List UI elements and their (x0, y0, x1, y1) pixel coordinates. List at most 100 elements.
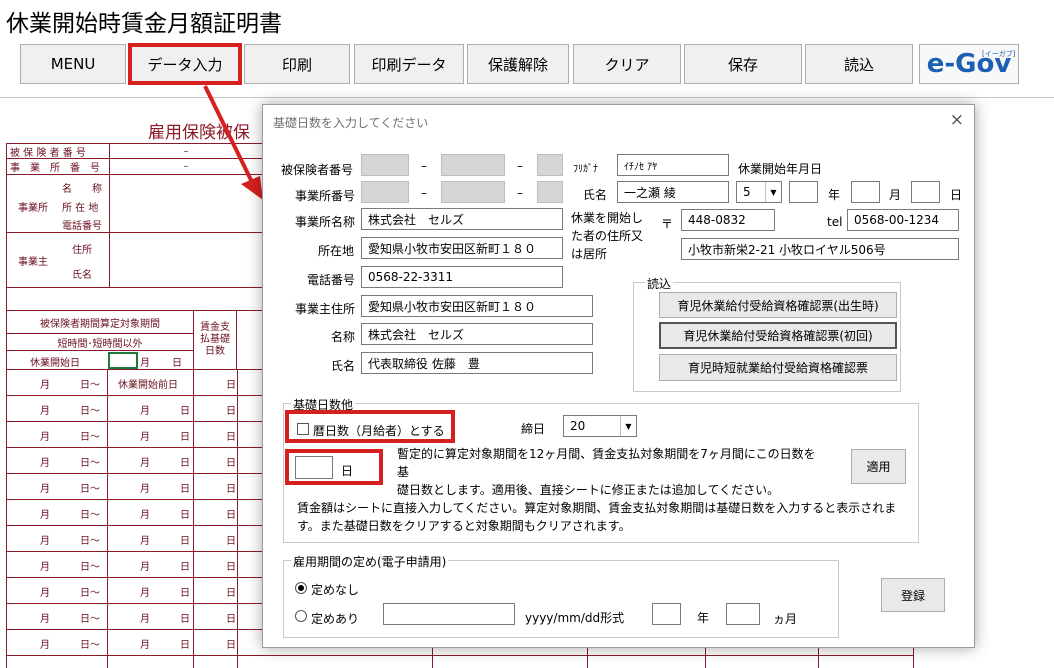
row-days: 日 (226, 484, 236, 495)
clear-button[interactable]: クリア (573, 44, 681, 84)
insured-no-part3[interactable] (537, 154, 563, 176)
name-label: 氏名 (583, 188, 608, 202)
row-days: 日 (226, 432, 236, 443)
residence-label-3: は居所 (571, 247, 608, 261)
name-field[interactable]: 一之瀬 綾 (617, 181, 729, 203)
wage-note-line2: す。また基礎日数をクリアすると対象期間もクリアされます。 (297, 519, 631, 533)
menu-button[interactable]: MENU (20, 44, 126, 84)
no-term-radio[interactable] (295, 582, 307, 594)
furigana-label: ﾌﾘｶﾞﾅ (573, 164, 598, 175)
office-dash-2: – (517, 186, 523, 200)
leave-year-field[interactable] (789, 181, 818, 203)
load-birth-button[interactable]: 育児休業給付受給資格確認票(出生時) (659, 292, 897, 318)
register-button[interactable]: 登録 (881, 578, 945, 612)
owner-address-label: 住所 (72, 245, 92, 256)
row-to: 月 日 (140, 536, 190, 547)
row-to: 月 日 (140, 510, 190, 521)
row-to: 月 日 (140, 432, 190, 443)
row-to: 月 日 (140, 614, 190, 625)
period-header: 被保険者期間算定対象期間 (6, 310, 194, 334)
egov-logo-button[interactable]: e-Gov [イーガブ] (919, 44, 1019, 84)
residence-label-1: 休業を開始し (571, 211, 644, 225)
calendar-checkbox-label: 暦日数（月給者）とする (313, 424, 445, 438)
leave-day-field[interactable] (911, 181, 940, 203)
tel-field[interactable]: 0568-00-1234 (847, 209, 959, 231)
basic-days-field[interactable] (295, 456, 333, 479)
office-no-part3[interactable] (537, 181, 563, 203)
dialog-title: 基礎日数を入力してください (273, 116, 429, 130)
close-icon[interactable]: × (950, 110, 964, 130)
has-term-radio[interactable] (295, 610, 307, 622)
row-days: 日 (226, 406, 236, 417)
read-group-legend: 読込 (645, 275, 674, 292)
load-shortwork-button[interactable]: 育児時短就業給付受給資格確認票 (659, 354, 897, 381)
owner-address-label: 事業主住所 (295, 302, 356, 316)
row-days: 日 (226, 510, 236, 521)
leave-start-month: 月 (140, 358, 150, 369)
office-name-label: 事業所名称 (295, 215, 356, 229)
leave-month-field[interactable] (851, 181, 880, 203)
leave-start-label: 休業開始日 (30, 358, 80, 369)
row-days: 日 (226, 640, 236, 651)
era-select-value: 5 (743, 185, 751, 199)
toolbar-divider (0, 97, 1054, 98)
term-month-field[interactable] (726, 603, 760, 625)
insured-dash-2: – (517, 159, 523, 173)
basic-days-note-line2: 礎日数とします。適用後、直接シートに修正または追加してください。 (397, 483, 780, 497)
office-no-part2[interactable] (441, 181, 505, 203)
month-label: 月 (889, 188, 902, 202)
wage-days-header: 賃金支払基礎日数 (193, 310, 237, 370)
employment-group (283, 560, 839, 638)
person-address-field[interactable]: 小牧市新栄2-21 小牧ロイヤル506号 (681, 238, 959, 260)
selected-cell[interactable] (108, 352, 138, 369)
era-select[interactable]: 5 ▼ (736, 181, 782, 203)
date-format-label: yyyy/mm/dd形式 (525, 611, 625, 625)
basic-days-note: 暫定的に算定対象期間を12ヶ月間、賃金支払対象期間を7ヶ月間にこの日数を基 礎日… (397, 445, 827, 499)
short-time-header: 短時間･短時間以外 (6, 333, 194, 351)
load-initial-button[interactable]: 育児休業給付受給資格確認票(初回) (659, 322, 897, 349)
row-to: 月 日 (140, 484, 190, 495)
insured-no-cell[interactable]: – (109, 143, 263, 159)
owner-value-cell[interactable] (109, 232, 263, 288)
sheet-title: 休業開始時賃金月額証明書 (6, 11, 282, 37)
phone-label: 電話番号 (307, 273, 356, 287)
day-label: 日 (950, 188, 963, 202)
calendar-checkbox[interactable] (297, 423, 309, 435)
row-days: 日 (226, 458, 236, 469)
row-days: 日 (226, 562, 236, 573)
print-data-button[interactable]: 印刷データ (354, 44, 464, 84)
office-value-cell[interactable] (109, 174, 263, 233)
row-from: 月 日～ (40, 614, 100, 625)
chevron-down-icon: ▼ (620, 416, 636, 436)
row-from: 月 日～ (40, 588, 100, 599)
row-from: 月 日～ (40, 562, 100, 573)
row-leave-prev: 休業開始前日 (118, 380, 178, 391)
insured-no-part2[interactable] (441, 154, 505, 176)
row-from: 月 日～ (40, 458, 100, 469)
save-button[interactable]: 保存 (684, 44, 802, 84)
insured-no-part1[interactable] (361, 154, 409, 176)
address-field[interactable]: 愛知県小牧市安田区新町１８０ (361, 237, 563, 259)
print-button[interactable]: 印刷 (244, 44, 350, 84)
office-no-label: 事業所番号 (295, 189, 356, 203)
basic-days-note-line1: 暫定的に算定対象期間を12ヶ月間、賃金支払対象期間を7ヶ月間にこの日数を基 (397, 447, 816, 479)
office-name-field[interactable]: 株式会社 セルズ (361, 208, 563, 230)
furigana-field[interactable]: ｲﾁﾉｾ ｱﾔ (617, 154, 729, 176)
term-date-field[interactable] (383, 603, 515, 625)
office-label: 事業所 (18, 203, 48, 214)
postal-field[interactable]: 448-0832 (681, 209, 775, 231)
owner-address-field[interactable]: 愛知県小牧市安田区新町１８０ (361, 295, 593, 317)
office-no-cell[interactable]: – (109, 158, 263, 175)
office-no-part1[interactable] (361, 181, 409, 203)
term-year-label: 年 (697, 611, 710, 625)
unprotect-button[interactable]: 保護解除 (467, 44, 569, 84)
owner-name-field[interactable]: 株式会社 セルズ (361, 323, 593, 345)
load-button[interactable]: 読込 (805, 44, 913, 84)
phone-field[interactable]: 0568-22-3311 (361, 266, 563, 288)
data-entry-button[interactable]: データ入力 (128, 43, 242, 85)
term-year-field[interactable] (652, 603, 681, 625)
owner-person-field[interactable]: 代表取締役 佐藤 豊 (361, 352, 593, 374)
apply-button[interactable]: 適用 (851, 449, 906, 484)
tel-label: tel (827, 215, 843, 229)
close-day-select[interactable]: 20 ▼ (563, 415, 637, 437)
